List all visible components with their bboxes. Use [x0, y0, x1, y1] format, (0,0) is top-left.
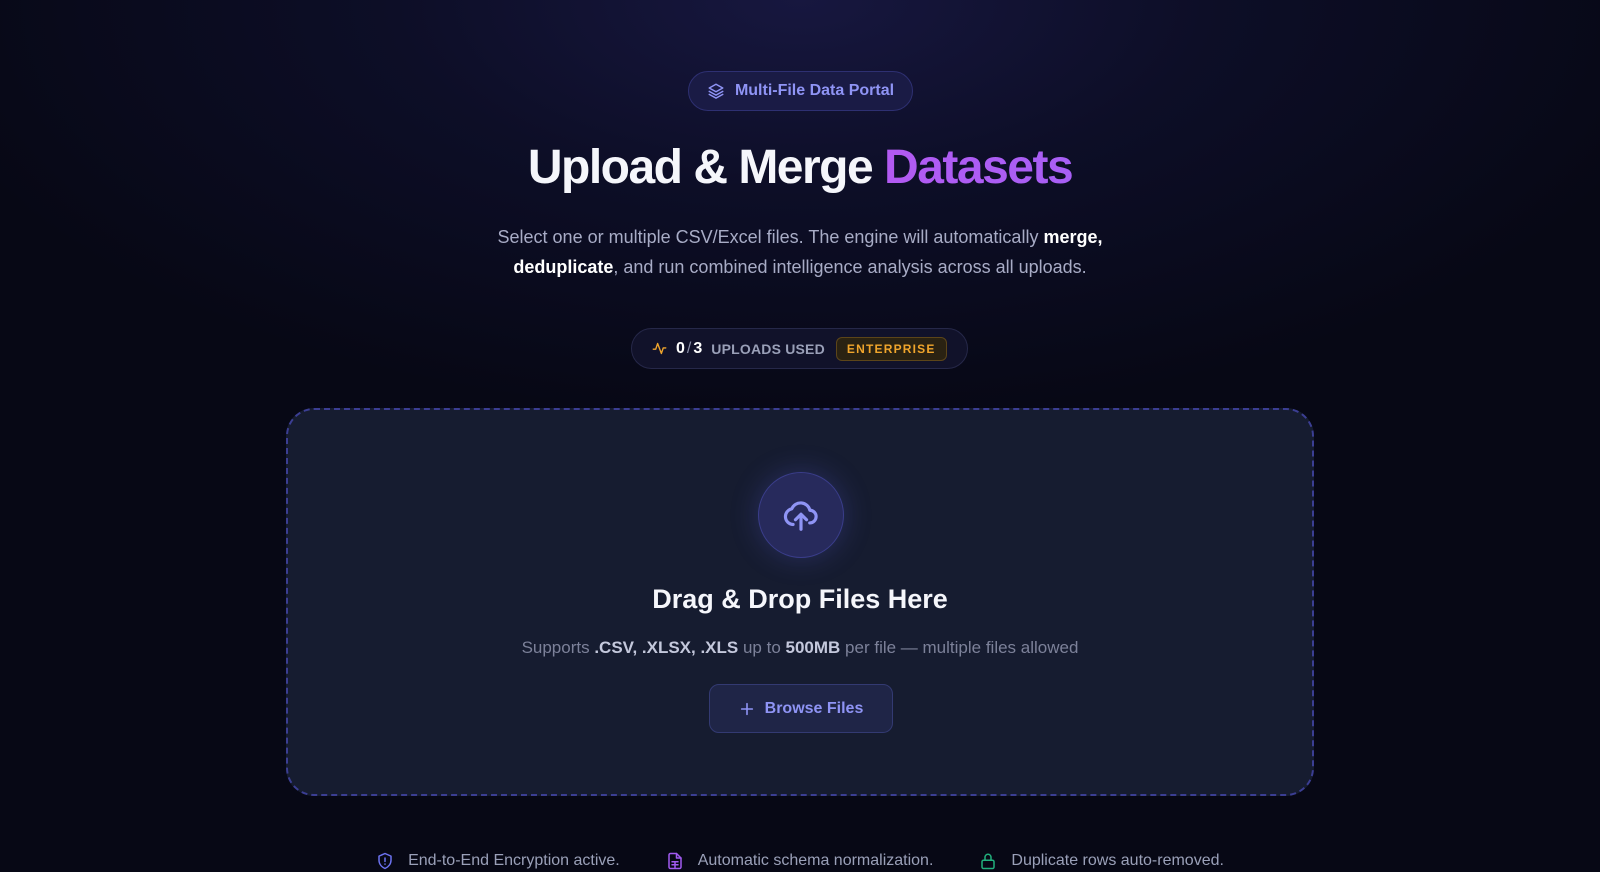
usage-count: 0/3 [676, 340, 702, 358]
dropzone-sub-mid: up to [738, 638, 786, 657]
dropzone-size-limit: 500MB [785, 638, 841, 657]
dropzone-formats: .CSV, .XLSX, .XLS [594, 638, 739, 657]
feature-label: Duplicate rows auto-removed. [1011, 852, 1224, 869]
dropzone-title: Drag & Drop Files Here [652, 584, 948, 614]
upload-icon-container [758, 472, 844, 558]
page-title-main: Upload & Merge [527, 141, 874, 194]
cloud-upload-icon [783, 501, 818, 531]
plus-icon [740, 702, 753, 715]
page-title-accent: Datasets [884, 141, 1074, 194]
feature-list: End-to-End Encryption active. Automatic … [0, 852, 1600, 870]
subtitle-text-2: , and run combined intelligence analysis… [613, 257, 1087, 277]
usage-label: UPLOADS USED [711, 340, 825, 357]
browse-files-button[interactable]: Browse Files [709, 684, 893, 733]
portal-badge: Multi-File Data Portal [688, 71, 913, 111]
dropzone-subtitle: Supports .CSV, .XLSX, .XLS up to 500MB p… [288, 638, 1312, 658]
feature-item-encryption: End-to-End Encryption active. [376, 852, 620, 870]
lock-icon [981, 853, 996, 870]
subtitle-text-1: Select one or multiple CSV/Excel files. … [497, 227, 1044, 247]
feature-label: End-to-End Encryption active. [408, 852, 620, 869]
feature-item-schema: Automatic schema normalization. [666, 852, 934, 870]
layers-icon [708, 83, 724, 99]
feature-label: Automatic schema normalization. [697, 852, 934, 869]
dropzone-sub-suffix: per file — multiple files allowed [840, 638, 1079, 657]
usage-used: 0 [676, 339, 685, 357]
feature-item-dedup: Duplicate rows auto-removed. [979, 852, 1224, 870]
dropzone-sub-prefix: Supports [521, 638, 595, 657]
usage-separator: / [686, 339, 692, 357]
plan-badge: ENTERPRISE [835, 336, 947, 361]
activity-icon [652, 342, 667, 355]
page-title: Upload & Merge Datasets [0, 140, 1600, 195]
upload-page: Multi-File Data Portal Upload & Merge Da… [0, 0, 1600, 872]
page-subtitle: Select one or multiple CSV/Excel files. … [470, 222, 1130, 282]
shield-alert-icon [378, 852, 392, 870]
file-dropzone[interactable]: Drag & Drop Files Here Supports .CSV, .X… [286, 408, 1314, 796]
upload-usage-indicator: 0/3 UPLOADS USED ENTERPRISE [631, 328, 968, 369]
browse-files-label: Browse Files [764, 699, 864, 717]
file-spreadsheet-icon [667, 852, 682, 870]
portal-badge-label: Multi-File Data Portal [734, 82, 895, 99]
usage-limit: 3 [693, 339, 703, 357]
